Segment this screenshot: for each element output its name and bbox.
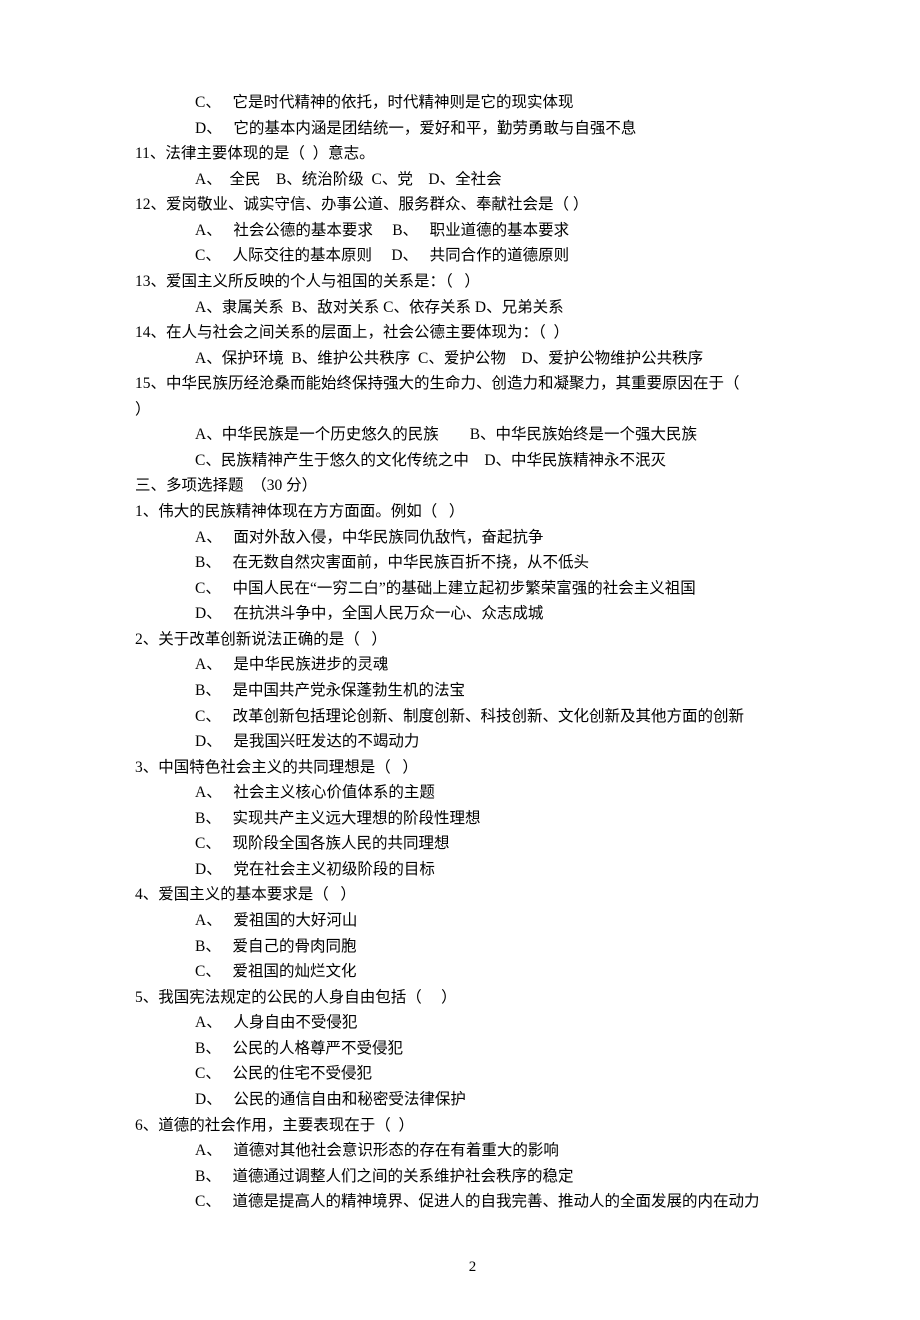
s3-q2-stem: 2、关于改革创新说法正确的是（ ） bbox=[135, 627, 810, 653]
section-3-header: 三、多项选择题 （30 分） bbox=[135, 473, 810, 499]
s3-q5-d: D、 公民的通信自由和秘密受法律保护 bbox=[135, 1087, 810, 1113]
s3-q6-stem: 6、道德的社会作用，主要表现在于（ ） bbox=[135, 1113, 810, 1139]
s3-q2-a: A、 是中华民族进步的灵魂 bbox=[135, 652, 810, 678]
q13-options: A、隶属关系 B、敌对关系 C、依存关系 D、兄弟关系 bbox=[135, 295, 810, 321]
s3-q5-b: B、 公民的人格尊严不受侵犯 bbox=[135, 1036, 810, 1062]
s3-q2-c: C、 改革创新包括理论创新、制度创新、科技创新、文化创新及其他方面的创新 bbox=[135, 704, 810, 730]
q13-stem: 13、爱国主义所反映的个人与祖国的关系是：（ ） bbox=[135, 269, 810, 295]
s3-q4-b: B、 爱自己的骨肉同胞 bbox=[135, 934, 810, 960]
s3-q1-stem: 1、伟大的民族精神体现在方方面面。例如（ ） bbox=[135, 499, 810, 525]
q15-options-row2: C、民族精神产生于悠久的文化传统之中 D、中华民族精神永不泯灭 bbox=[135, 448, 810, 474]
q15-stem-line2: ） bbox=[135, 397, 810, 423]
s3-q6-a: A、 道德对其他社会意识形态的存在有着重大的影响 bbox=[135, 1138, 810, 1164]
prelude-option-c: C、 它是时代精神的依托，时代精神则是它的现实体现 bbox=[135, 90, 810, 116]
s3-q4-c: C、 爱祖国的灿烂文化 bbox=[135, 959, 810, 985]
s3-q4-a: A、 爱祖国的大好河山 bbox=[135, 908, 810, 934]
page-number: 2 bbox=[135, 1255, 810, 1280]
s3-q5-a: A、 人身自由不受侵犯 bbox=[135, 1010, 810, 1036]
q11-stem: 11、法律主要体现的是（ ）意志。 bbox=[135, 141, 810, 167]
s3-q3-d: D、 党在社会主义初级阶段的目标 bbox=[135, 857, 810, 883]
s3-q2-d: D、 是我国兴旺发达的不竭动力 bbox=[135, 729, 810, 755]
q14-stem: 14、在人与社会之间关系的层面上，社会公德主要体现为：（ ） bbox=[135, 320, 810, 346]
s3-q6-c: C、 道德是提高人的精神境界、促进人的自我完善、推动人的全面发展的内在动力 bbox=[135, 1189, 810, 1215]
q12-stem: 12、爱岗敬业、诚实守信、办事公道、服务群众、奉献社会是（ ） bbox=[135, 192, 810, 218]
s3-q3-stem: 3、中国特色社会主义的共同理想是（ ） bbox=[135, 755, 810, 781]
s3-q2-b: B、 是中国共产党永保蓬勃生机的法宝 bbox=[135, 678, 810, 704]
q11-options: A、 全民 B、统治阶级 C、党 D、全社会 bbox=[135, 167, 810, 193]
s3-q3-a: A、 社会主义核心价值体系的主题 bbox=[135, 780, 810, 806]
q14-options: A、保护环境 B、维护公共秩序 C、爱护公物 D、爱护公物维护公共秩序 bbox=[135, 346, 810, 372]
s3-q6-b: B、 道德通过调整人们之间的关系维护社会秩序的稳定 bbox=[135, 1164, 810, 1190]
s3-q3-c: C、 现阶段全国各族人民的共同理想 bbox=[135, 831, 810, 857]
s3-q5-c: C、 公民的住宅不受侵犯 bbox=[135, 1061, 810, 1087]
s3-q1-c: C、 中国人民在“一穷二白”的基础上建立起初步繁荣富强的社会主义祖国 bbox=[135, 576, 810, 602]
q15-options-row1: A、中华民族是一个历史悠久的民族 B、中华民族始终是一个强大民族 bbox=[135, 422, 810, 448]
s3-q1-a: A、 面对外敌入侵，中华民族同仇敌忾，奋起抗争 bbox=[135, 525, 810, 551]
s3-q1-d: D、 在抗洪斗争中，全国人民万众一心、众志成城 bbox=[135, 601, 810, 627]
q12-options-row1: A、 社会公德的基本要求 B、 职业道德的基本要求 bbox=[135, 218, 810, 244]
q12-options-row2: C、 人际交往的基本原则 D、 共同合作的道德原则 bbox=[135, 243, 810, 269]
prelude-option-d: D、 它的基本内涵是团结统一，爱好和平，勤劳勇敢与自强不息 bbox=[135, 116, 810, 142]
q15-stem-line1: 15、中华民族历经沧桑而能始终保持强大的生命力、创造力和凝聚力，其重要原因在于（ bbox=[135, 371, 810, 397]
s3-q5-stem: 5、我国宪法规定的公民的人身自由包括（ ） bbox=[135, 985, 810, 1011]
s3-q1-b: B、 在无数自然灾害面前，中华民族百折不挠，从不低头 bbox=[135, 550, 810, 576]
s3-q3-b: B、 实现共产主义远大理想的阶段性理想 bbox=[135, 806, 810, 832]
s3-q4-stem: 4、爱国主义的基本要求是（ ） bbox=[135, 882, 810, 908]
